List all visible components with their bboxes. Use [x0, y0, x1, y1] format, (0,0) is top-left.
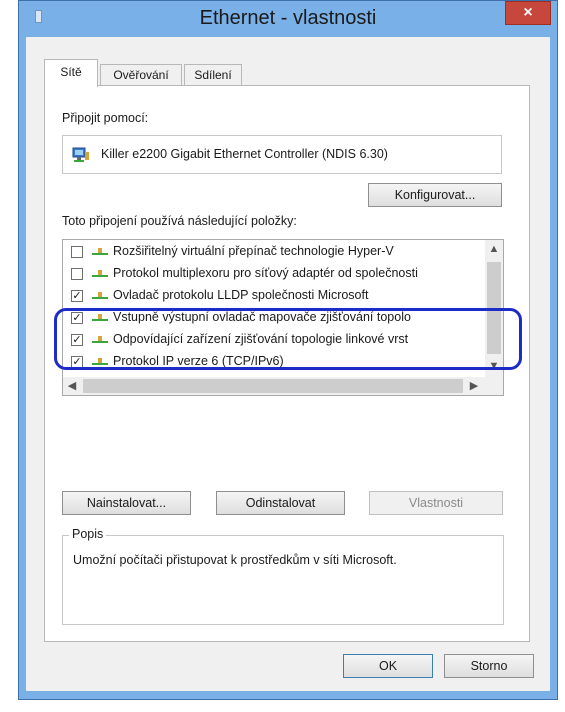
description-text: Umožní počítači přistupovat k prostředků… [73, 553, 397, 567]
network-protocol-icon [92, 314, 108, 321]
tab-sdileni[interactable]: Sdílení [184, 64, 242, 86]
list-item-lldp[interactable]: ✓ Ovladač protokolu LLDP společnosti Mic… [63, 285, 483, 307]
scroll-right-icon[interactable]: ▶ [465, 379, 483, 392]
scroll-thumb-horizontal[interactable] [83, 379, 463, 393]
scroll-down-icon[interactable]: ▼ [485, 360, 503, 372]
vertical-scrollbar[interactable]: ▲ ▼ [485, 240, 503, 377]
description-group: Popis Umožní počítači přistupovat k pros… [62, 527, 504, 625]
item-checkbox[interactable] [71, 268, 83, 280]
list-item-ipv6[interactable]: ✓ Protokol IP verze 6 (TCP/IPv6) [63, 351, 483, 373]
network-protocol-icon [92, 358, 108, 365]
tab-site[interactable]: Sítě [44, 59, 98, 87]
item-checkbox[interactable]: ✓ [71, 290, 83, 302]
items-label: Toto připojení používá následující polož… [62, 214, 297, 228]
scroll-left-icon[interactable]: ◀ [63, 379, 81, 392]
horizontal-scrollbar[interactable]: ◀ ▶ [63, 377, 503, 395]
scroll-up-icon[interactable]: ▲ [485, 243, 503, 255]
cancel-button[interactable]: Storno [444, 654, 534, 678]
scroll-thumb[interactable] [487, 262, 501, 354]
network-protocol-icon [92, 270, 108, 277]
item-checkbox[interactable] [71, 246, 83, 258]
properties-button[interactable]: Vlastnosti [369, 491, 503, 515]
item-label: Ovladač protokolu LLDP společnosti Micro… [113, 288, 369, 302]
item-label: Protokol IP verze 6 (TCP/IPv6) [113, 354, 284, 368]
title-bar[interactable]: Ethernet - vlastnosti × [19, 1, 557, 35]
window-title: Ethernet - vlastnosti [199, 7, 377, 29]
tab-overovani[interactable]: Ověřování [100, 64, 182, 86]
items-list[interactable]: Rozšiřitelný virtuální přepínač technolo… [62, 239, 504, 396]
network-protocol-icon [92, 248, 108, 255]
network-adapter-icon [72, 147, 89, 162]
item-label: Odpovídající zařízení zjišťování topolog… [113, 332, 409, 346]
uninstall-button[interactable]: Odinstalovat [216, 491, 345, 515]
item-label: Protokol multiplexoru pro síťový adaptér… [113, 266, 418, 280]
properties-window: Ethernet - vlastnosti × Sítě Ověřování S… [18, 0, 558, 700]
network-protocol-icon [92, 292, 108, 299]
adapter-box: Killer e2200 Gigabit Ethernet Controller… [62, 135, 502, 174]
dialog-client: Sítě Ověřování Sdílení Připojit pomocí: … [26, 37, 550, 691]
list-item-lltd-mapper[interactable]: ✓ Vstupně výstupní ovladač mapovače zjiš… [63, 307, 483, 329]
install-button[interactable]: Nainstalovat... [62, 491, 191, 515]
list-item-lltd-responder[interactable]: ✓ Odpovídající zařízení zjišťování topol… [63, 329, 483, 351]
connect-using-label: Připojit pomocí: [62, 111, 149, 125]
adapter-name: Killer e2200 Gigabit Ethernet Controller… [101, 147, 388, 161]
close-button[interactable]: × [505, 1, 551, 25]
description-title: Popis [69, 527, 107, 541]
list-item-multiplexor[interactable]: Protokol multiplexoru pro síťový adaptér… [63, 263, 483, 285]
tab-panel-site: Připojit pomocí: Killer e2200 Gigabit Et… [44, 85, 530, 642]
item-checkbox[interactable]: ✓ [71, 312, 83, 324]
item-checkbox[interactable]: ✓ [71, 334, 83, 346]
item-label: Rozšiřitelný virtuální přepínač technolo… [113, 244, 394, 258]
list-item-hyper-v[interactable]: Rozšiřitelný virtuální přepínač technolo… [63, 241, 483, 263]
item-label: Vstupně výstupní ovladač mapovače zjišťo… [113, 310, 411, 324]
ok-button[interactable]: OK [343, 654, 433, 678]
network-protocol-icon [92, 336, 108, 343]
configure-button[interactable]: Konfigurovat... [368, 183, 502, 207]
item-checkbox[interactable]: ✓ [71, 356, 83, 368]
